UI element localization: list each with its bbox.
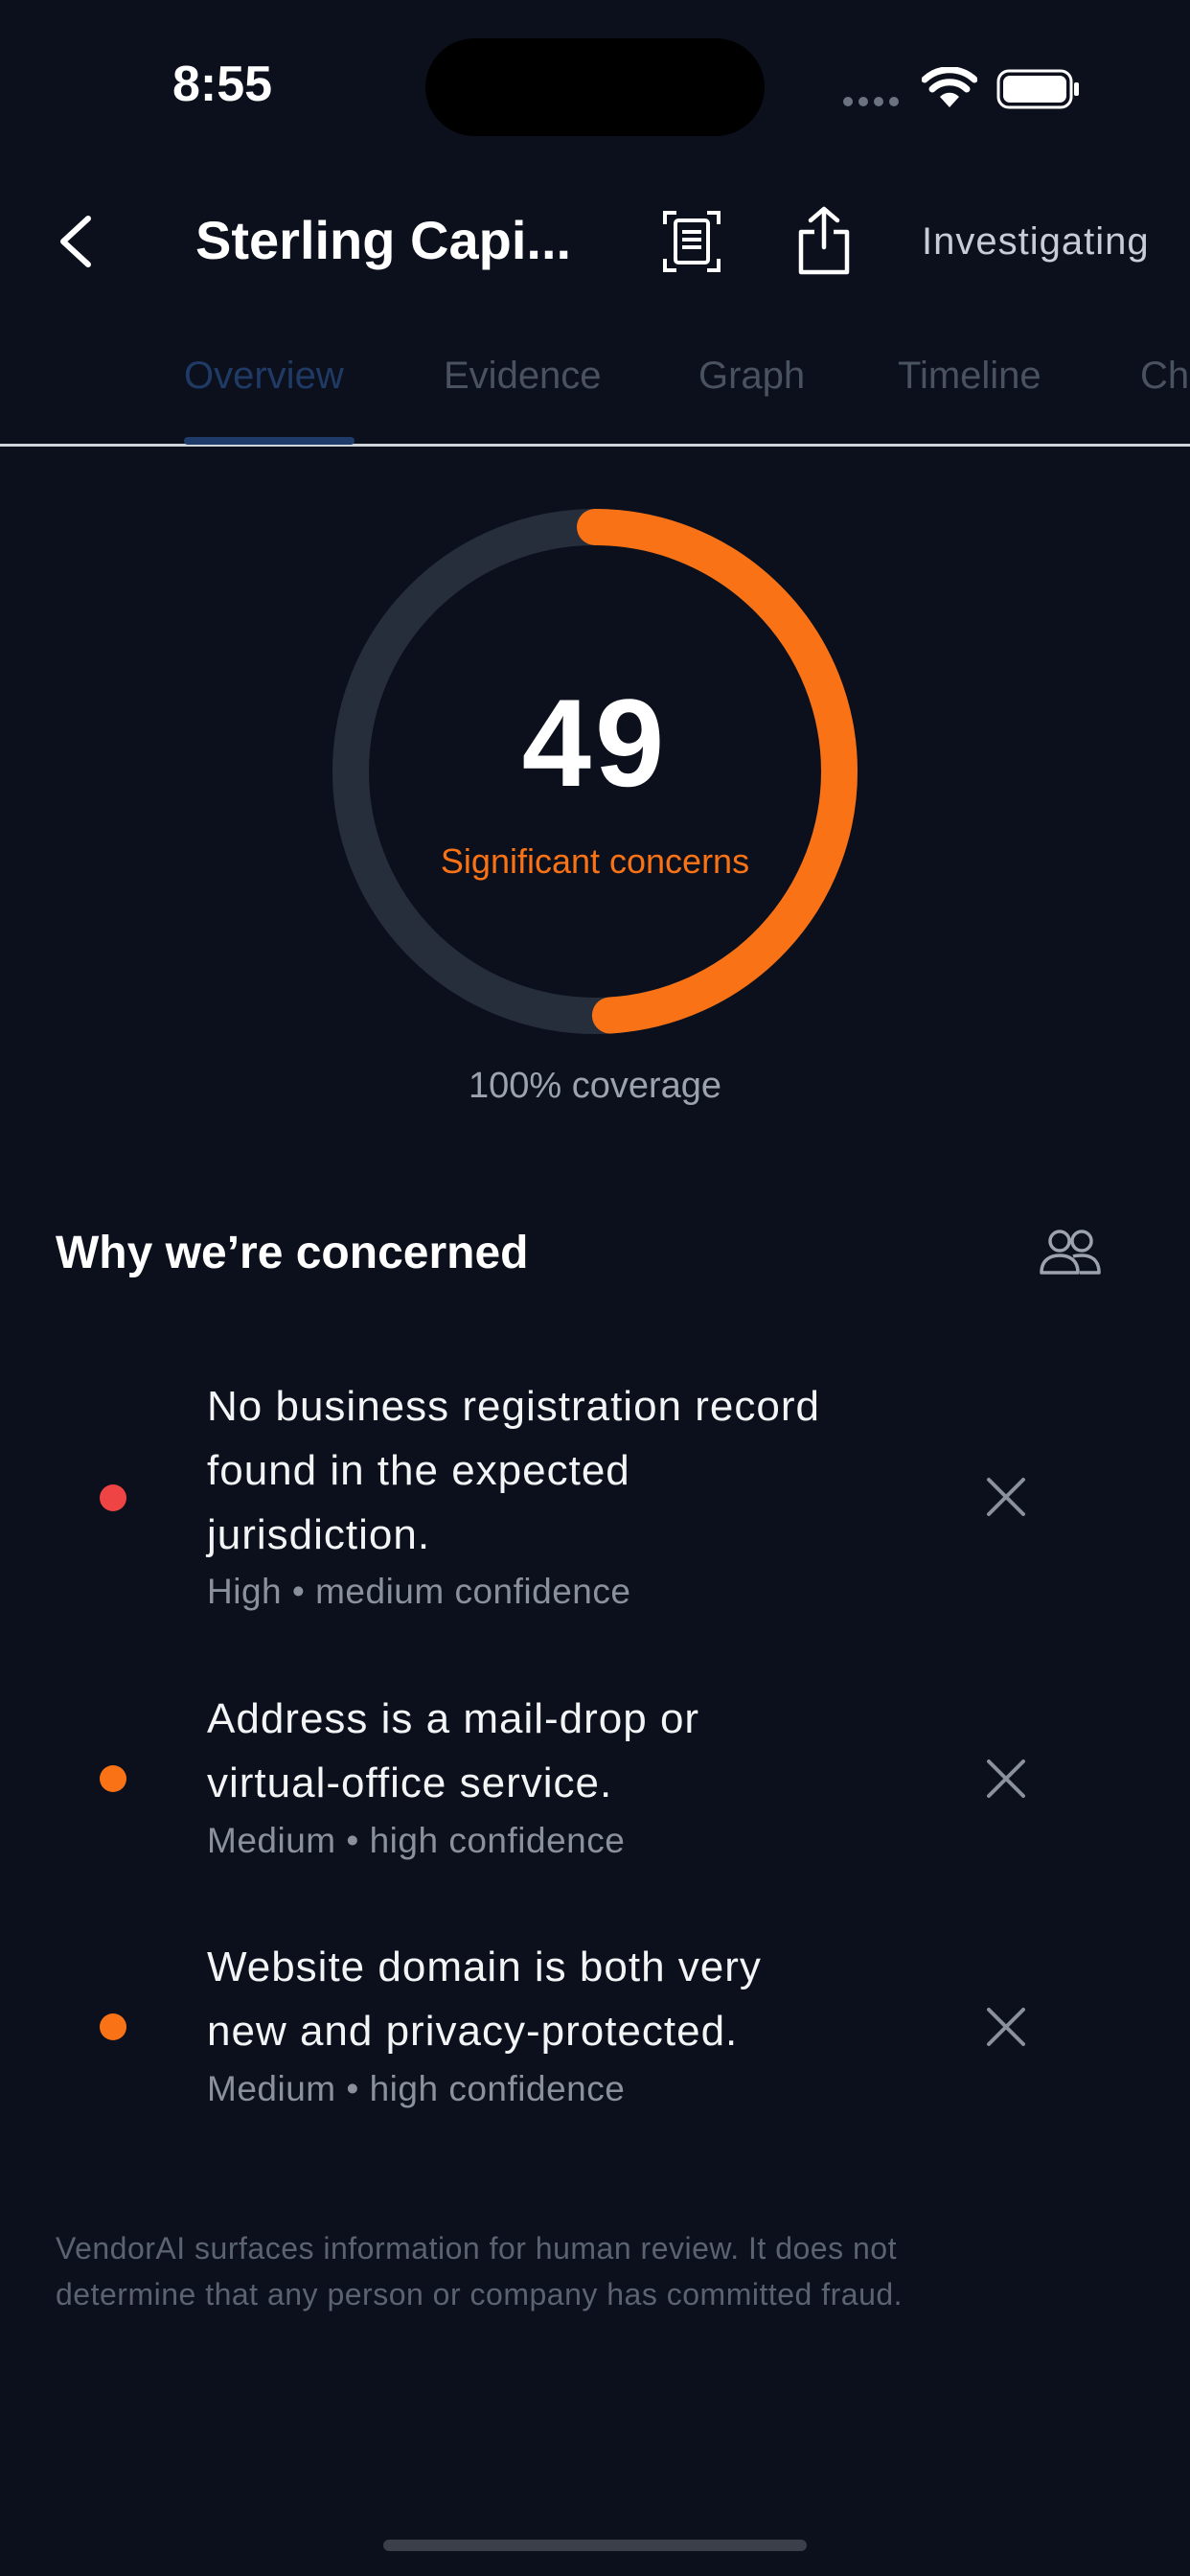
- wifi-icon: [922, 67, 977, 107]
- tab-evidence[interactable]: Evidence: [444, 355, 602, 398]
- risk-score-label: Significant concerns: [440, 841, 750, 881]
- tabs-divider: [0, 444, 1190, 447]
- section-title: Why we’re concerned: [56, 1228, 529, 1278]
- concern-text: Address is a mail-drop or virtual-office…: [207, 1695, 700, 1806]
- people-icon[interactable]: [1039, 1229, 1102, 1276]
- case-status: Investigating: [922, 220, 1150, 263]
- page-title: Sterling Capi...: [195, 210, 572, 270]
- dismiss-close-icon[interactable]: [983, 2004, 1029, 2050]
- tab-bar: Overview Evidence Graph Timeline Ch: [0, 355, 1190, 445]
- concern-meta: High • medium confidence: [207, 1572, 631, 1611]
- status-time: 8:55: [172, 57, 273, 112]
- dismiss-close-icon[interactable]: [983, 1756, 1029, 1802]
- coverage-text: 100% coverage: [468, 1066, 722, 1106]
- share-icon[interactable]: [795, 205, 853, 276]
- tab-ch[interactable]: Ch: [1140, 355, 1189, 398]
- severity-dot-medium: [100, 1765, 126, 1792]
- tab-timeline[interactable]: Timeline: [898, 355, 1041, 398]
- tab-overview[interactable]: Overview: [184, 355, 344, 398]
- concern-text: Website domain is both very new and priv…: [207, 1944, 762, 2055]
- disclaimer: VendorAI surfaces information for human …: [56, 2231, 904, 2312]
- back-chevron-icon[interactable]: [54, 213, 100, 270]
- cellular-signal-icon: [843, 94, 904, 111]
- home-indicator: [383, 2540, 807, 2551]
- tab-graph[interactable]: Graph: [698, 355, 805, 398]
- risk-score-value: 49: [521, 673, 669, 813]
- concern-text: No business registration record found in…: [207, 1383, 820, 1558]
- concern-meta: Medium • high confidence: [207, 1821, 626, 1860]
- dismiss-close-icon[interactable]: [983, 1474, 1029, 1520]
- document-scan-icon[interactable]: [661, 209, 722, 274]
- severity-dot-medium: [100, 2013, 126, 2040]
- severity-dot-high: [100, 1484, 126, 1511]
- dynamic-island: [425, 38, 765, 136]
- concern-meta: Medium • high confidence: [207, 2069, 626, 2108]
- active-tab-indicator: [184, 437, 355, 445]
- battery-icon: [996, 69, 1079, 109]
